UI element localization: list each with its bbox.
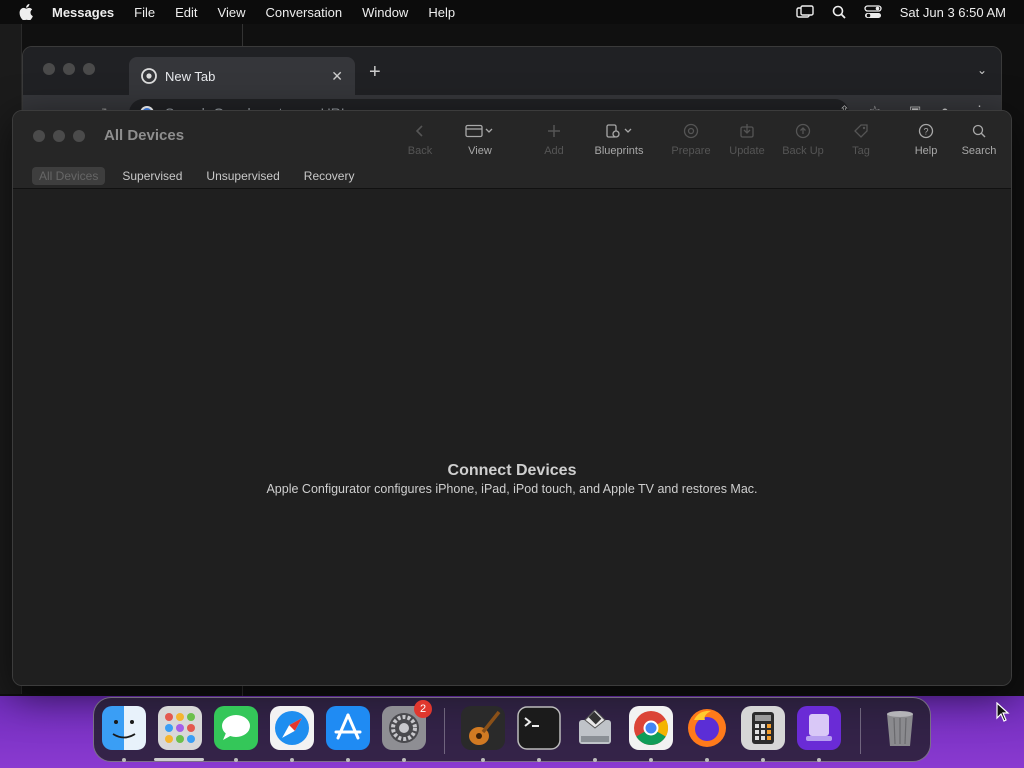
blueprints-icon <box>604 121 634 141</box>
running-indicator <box>402 758 406 762</box>
spotlight-search-icon[interactable] <box>824 5 854 19</box>
menu-conversation[interactable]: Conversation <box>255 5 352 20</box>
divider <box>242 24 243 48</box>
safari-icon[interactable] <box>270 706 314 750</box>
running-indicator <box>122 758 126 762</box>
search-button[interactable]: Search <box>949 121 1009 157</box>
menu-view[interactable]: View <box>208 5 256 20</box>
back-up-button[interactable]: Back Up <box>773 121 833 157</box>
trash-icon[interactable] <box>878 706 922 750</box>
chrome-tab-title: New Tab <box>165 68 216 84</box>
menu-app-name[interactable]: Messages <box>52 5 124 20</box>
apple-configurator-window: All Devices Back View Add Blueprints Pre… <box>12 110 1012 686</box>
apple-configurator-icon[interactable] <box>797 706 841 750</box>
help-button[interactable]: ? Help <box>896 121 956 157</box>
back-button[interactable]: Back <box>390 121 450 157</box>
chrome-favicon-icon <box>141 68 157 84</box>
empty-state-subtitle: Apple Configurator configures iPhone, iP… <box>266 482 758 496</box>
menu-window[interactable]: Window <box>352 5 418 20</box>
menu-edit[interactable]: Edit <box>165 5 207 20</box>
new-tab-icon[interactable]: + <box>369 61 381 84</box>
device-filter-bar: All Devices Supervised Unsupervised Reco… <box>13 163 1011 189</box>
running-indicator <box>817 758 821 762</box>
system-settings-icon[interactable]: 2 <box>382 700 432 750</box>
backup-icon <box>795 121 811 141</box>
tab-search-chevron-icon[interactable]: ⌄ <box>977 63 987 77</box>
window-title: All Devices <box>104 127 185 144</box>
search-icon <box>972 121 986 141</box>
menu-help[interactable]: Help <box>418 5 465 20</box>
running-indicator <box>537 758 541 762</box>
running-indicator <box>705 758 709 762</box>
running-indicator <box>290 758 294 762</box>
calculator-icon[interactable] <box>741 706 785 750</box>
apple-menu-icon[interactable] <box>0 4 52 20</box>
view-button[interactable]: View <box>450 121 510 157</box>
minimize-window-button[interactable] <box>53 130 65 142</box>
prepare-button[interactable]: Prepare <box>661 121 721 157</box>
update-icon <box>739 121 755 141</box>
chevron-left-icon <box>415 121 425 141</box>
divider <box>242 686 243 696</box>
firefox-icon[interactable] <box>685 706 729 750</box>
configurator-traffic-lights <box>33 130 85 142</box>
menu-bar: Messages File Edit View Conversation Win… <box>0 0 1024 24</box>
chrome-tab[interactable]: New Tab ✕ <box>129 57 355 95</box>
add-button[interactable]: Add <box>524 121 584 157</box>
boot-camp-icon[interactable] <box>573 706 617 750</box>
filter-all-devices[interactable]: All Devices <box>32 166 106 185</box>
minimize-window-button[interactable] <box>63 63 75 75</box>
configurator-toolbar: All Devices Back View Add Blueprints Pre… <box>13 111 1011 163</box>
device-list-area: Connect Devices Apple Configurator confi… <box>13 190 1011 685</box>
tag-button[interactable]: Tag <box>831 121 891 157</box>
running-indicator <box>154 758 204 761</box>
control-center-icon[interactable] <box>858 5 888 19</box>
update-button[interactable]: Update <box>717 121 777 157</box>
settings-badge: 2 <box>414 700 432 718</box>
app-store-icon[interactable] <box>326 706 370 750</box>
launchpad-icon[interactable] <box>158 706 202 750</box>
messages-icon[interactable] <box>214 706 258 750</box>
finder-icon[interactable] <box>102 706 146 750</box>
zoom-window-button[interactable] <box>73 130 85 142</box>
dock-separator <box>860 708 861 754</box>
svg-text:?: ? <box>923 127 928 137</box>
garageband-icon[interactable] <box>461 706 505 750</box>
chrome-icon[interactable] <box>629 706 673 750</box>
chrome-tabstrip: New Tab ✕ + ⌄ <box>23 47 1001 95</box>
terminal-icon[interactable] <box>517 706 561 750</box>
running-indicator <box>346 758 350 762</box>
zoom-window-button[interactable] <box>83 63 95 75</box>
filter-recovery[interactable]: Recovery <box>297 167 362 185</box>
blueprints-button[interactable]: Blueprints <box>589 121 649 157</box>
prepare-icon <box>683 121 699 141</box>
close-window-button[interactable] <box>33 130 45 142</box>
tag-icon <box>853 121 869 141</box>
help-icon: ? <box>918 121 934 141</box>
dock-separator <box>444 708 445 754</box>
running-indicator <box>234 758 238 762</box>
running-indicator <box>593 758 597 762</box>
close-tab-icon[interactable]: ✕ <box>331 68 343 85</box>
running-indicator <box>761 758 765 762</box>
dock: 2 <box>93 697 931 762</box>
view-icon <box>465 121 495 141</box>
empty-state-title: Connect Devices <box>447 462 577 479</box>
plus-icon <box>547 121 561 141</box>
running-indicator <box>649 758 653 762</box>
filter-supervised[interactable]: Supervised <box>115 167 189 185</box>
menu-clock[interactable]: Sat Jun 3 6:50 AM <box>892 5 1006 20</box>
filter-unsupervised[interactable]: Unsupervised <box>199 167 286 185</box>
screen-mirroring-icon[interactable] <box>790 5 820 19</box>
chrome-traffic-lights <box>43 63 95 75</box>
close-window-button[interactable] <box>43 63 55 75</box>
mouse-cursor-icon <box>996 701 1010 727</box>
running-indicator <box>481 758 485 762</box>
menu-file[interactable]: File <box>124 5 165 20</box>
